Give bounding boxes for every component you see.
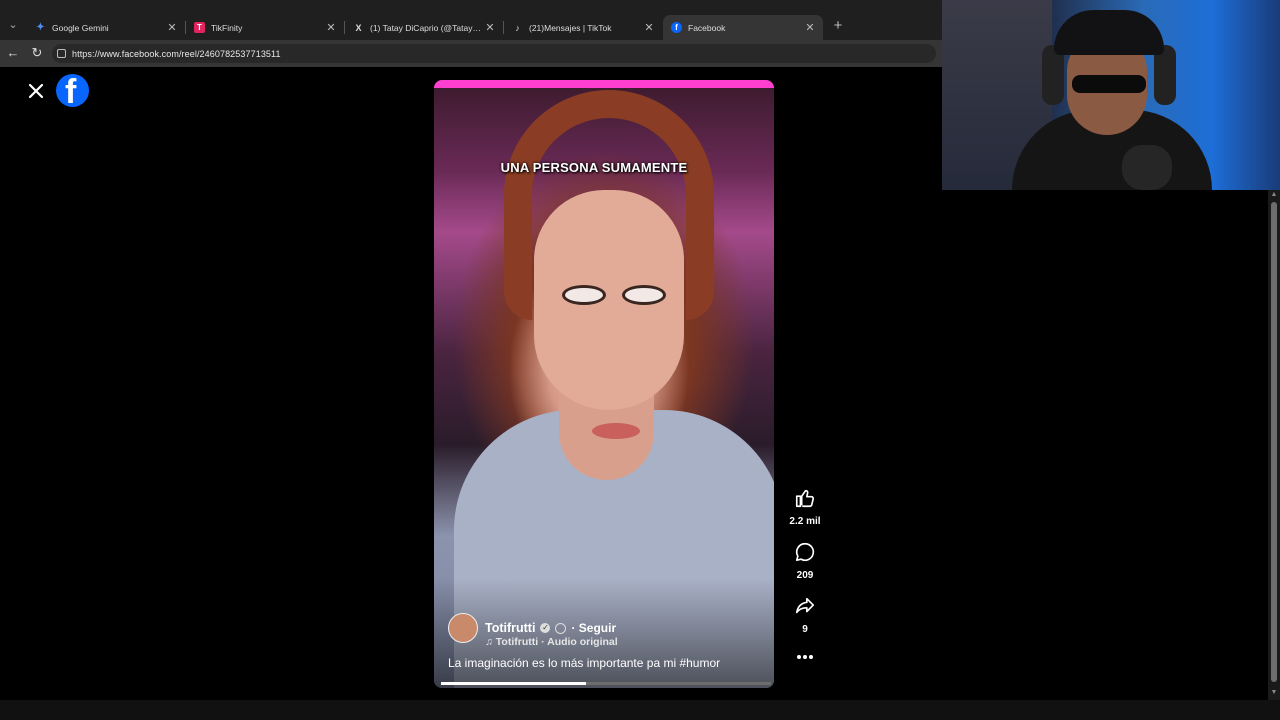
tab-google-gemini[interactable]: ✦ Google Gemini ✕: [27, 15, 185, 40]
site-info-icon[interactable]: [57, 49, 66, 58]
more-dots-icon: [797, 655, 813, 659]
scrollbar-thumb[interactable]: [1271, 202, 1277, 682]
address-bar: ← ↻ https://www.facebook.com/reel/246078…: [0, 40, 942, 67]
tab-label: Facebook: [688, 22, 726, 33]
tab-label: TikFinity: [211, 22, 243, 33]
video-progress-fill: [441, 682, 587, 685]
microphone: [1122, 145, 1172, 190]
avatar[interactable]: [448, 613, 478, 643]
thumbs-up-icon: [795, 489, 815, 508]
tab-label: (1) Tatay DiCaprio (@Tatay_DiCaprio): [370, 22, 483, 33]
video-eye-left: [562, 285, 606, 305]
audio-label: Totifrutti · Audio original: [495, 636, 618, 648]
reload-icon[interactable]: ↻: [29, 45, 45, 61]
close-icon[interactable]: [26, 81, 46, 101]
close-icon[interactable]: ✕: [165, 21, 179, 34]
new-tab-icon[interactable]: +: [830, 17, 846, 35]
close-icon[interactable]: ✕: [483, 21, 497, 34]
facebook-icon: f: [671, 22, 682, 33]
more-options-button[interactable]: [785, 650, 825, 669]
share-count: 9: [802, 624, 808, 635]
tikfinity-icon: T: [194, 22, 205, 33]
share-arrow-icon: [795, 597, 815, 614]
close-icon[interactable]: ✕: [324, 21, 338, 34]
comment-bubble-icon: [795, 542, 815, 562]
reel-description: La imaginación es lo más importante pa m…: [448, 656, 721, 670]
video-eye-right: [622, 285, 666, 305]
close-icon[interactable]: ✕: [642, 21, 656, 34]
neon-light: [434, 80, 774, 88]
tab-tikfinity[interactable]: T TikFinity ✕: [186, 15, 344, 40]
page-scrollbar[interactable]: ▲ ▼: [1268, 188, 1280, 700]
like-button[interactable]: 2.2 mil: [785, 487, 825, 527]
webcam-overlay: [942, 0, 1280, 190]
tab-tiktok-messages[interactable]: ♪ (21)Mensajes | TikTok ✕: [504, 15, 662, 40]
streamer-cap: [1054, 10, 1164, 55]
x-logo-icon: X: [355, 22, 362, 33]
like-count: 2.2 mil: [789, 516, 821, 527]
reel-video[interactable]: UNA PERSONA SUMAMENTE Totifrutti ✓ · Seg…: [434, 80, 774, 688]
scroll-up-icon[interactable]: ▲: [1268, 190, 1280, 200]
url-text: https://www.facebook.com/reel/2460782537…: [72, 48, 281, 59]
tab-label: (21)Mensajes | TikTok: [529, 22, 612, 33]
streamer-sunglasses: [1072, 75, 1146, 93]
scroll-down-icon[interactable]: ▼: [1268, 688, 1280, 698]
verified-badge-icon: ✓: [540, 623, 551, 633]
author-name[interactable]: Totifrutti: [485, 621, 535, 635]
music-note-icon: ♫: [485, 636, 496, 648]
bottom-strip: [0, 700, 1280, 720]
tab-bar: ⌄ ✦ Google Gemini ✕ T TikFinity ✕ X (1) …: [0, 0, 942, 40]
video-overlay-text: UNA PERSONA SUMAMENTE: [500, 160, 688, 175]
gemini-icon: ✦: [36, 22, 45, 33]
follow-button[interactable]: · Seguir: [571, 621, 616, 635]
facebook-logo-icon[interactable]: f: [56, 74, 89, 107]
share-button[interactable]: 9: [785, 595, 825, 635]
tab-x-profile[interactable]: X (1) Tatay DiCaprio (@Tatay_DiCaprio) ✕: [345, 15, 503, 40]
tiktok-icon: ♪: [515, 22, 520, 33]
video-progress-bar[interactable]: [441, 682, 771, 685]
url-input[interactable]: https://www.facebook.com/reel/2460782537…: [52, 44, 936, 63]
audio-info[interactable]: ♫ Totifrutti · Audio original: [485, 636, 618, 648]
tab-search-icon[interactable]: ⌄: [4, 16, 22, 34]
back-arrow-icon[interactable]: ←: [5, 45, 21, 61]
comment-count: 209: [796, 570, 814, 581]
tab-facebook[interactable]: f Facebook ✕: [663, 15, 823, 40]
close-icon[interactable]: ✕: [803, 21, 817, 34]
comment-button[interactable]: 209: [785, 541, 825, 581]
tab-label: Google Gemini: [52, 22, 109, 33]
video-lips: [592, 423, 640, 439]
globe-icon: [555, 622, 567, 634]
